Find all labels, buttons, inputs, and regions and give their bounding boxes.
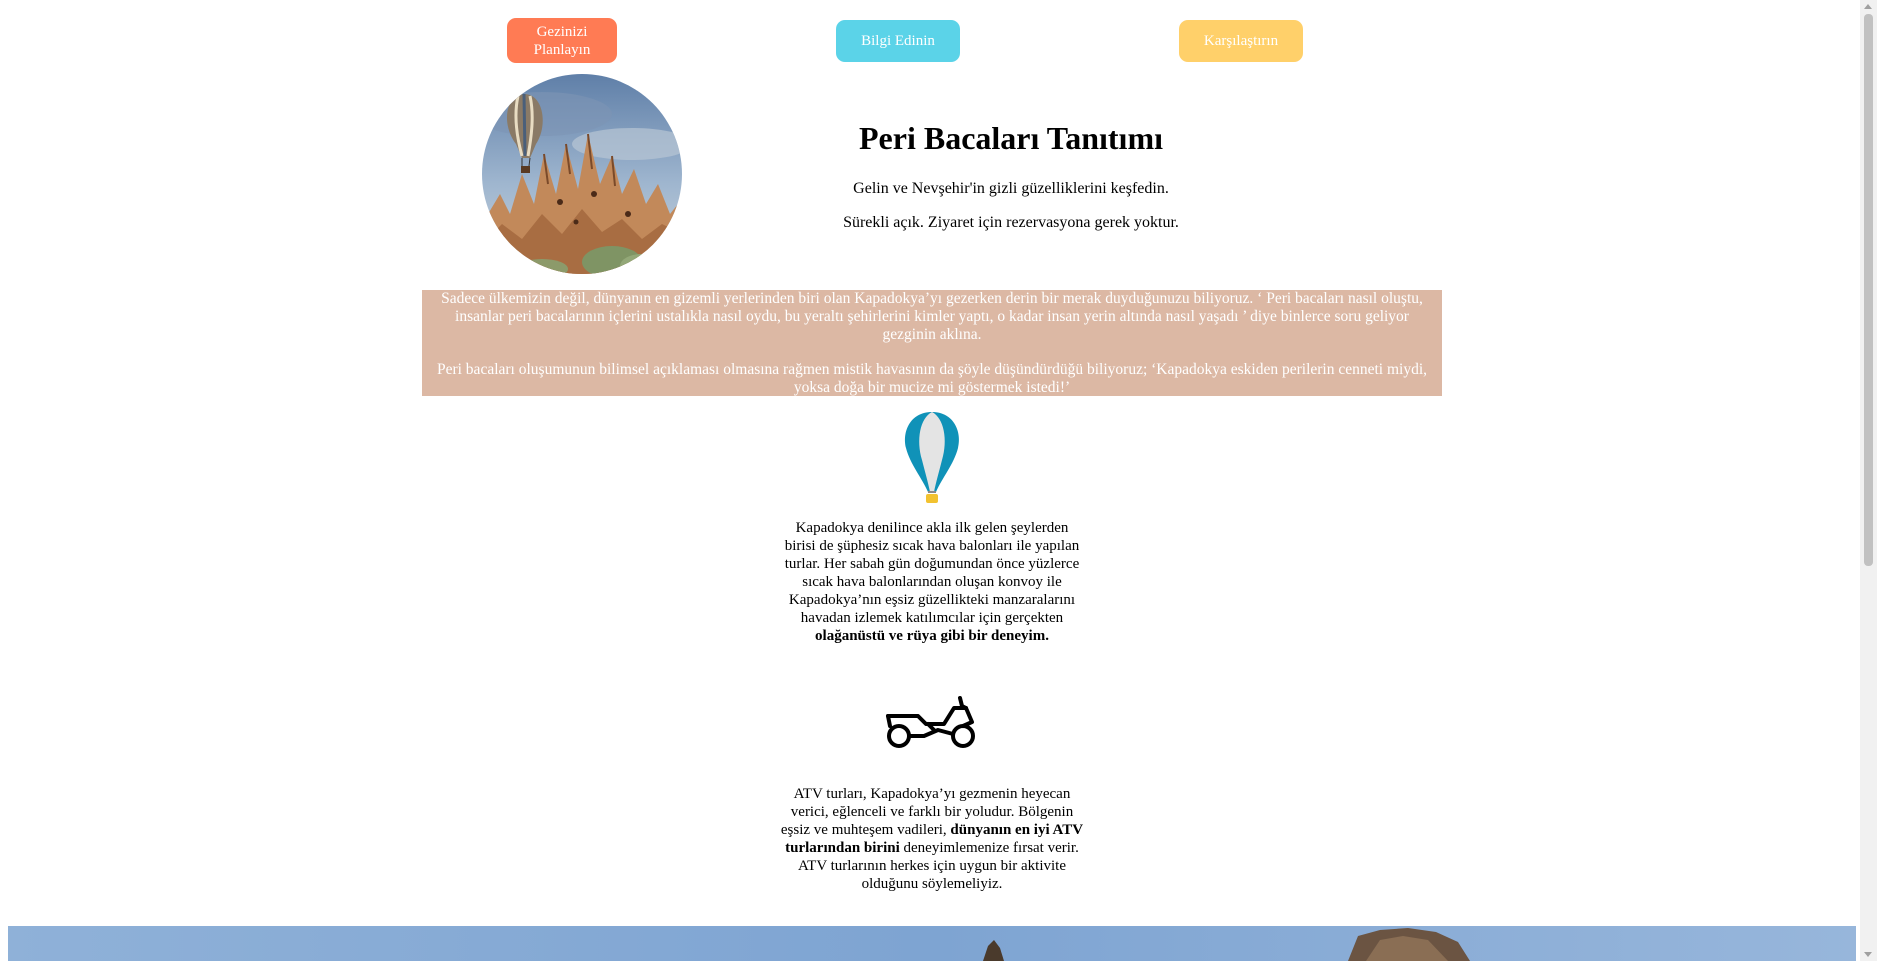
- intro-paragraph-2: Peri bacaları oluşumunun bilimsel açıkla…: [436, 361, 1428, 396]
- learn-more-label: Bilgi Edinin: [861, 33, 935, 49]
- page-title: Peri Bacaları Tanıtımı: [859, 120, 1163, 156]
- learn-more-button[interactable]: Bilgi Edinin: [836, 20, 960, 62]
- hero-image: [482, 74, 682, 274]
- scrollbar-thumb[interactable]: [1864, 14, 1873, 566]
- compare-button[interactable]: Karşılaştırın: [1179, 20, 1303, 62]
- compare-label: Karşılaştırın: [1203, 33, 1279, 49]
- balloon-text-bold: olağanüstü ve rüya gibi bir deneyim.: [815, 628, 1049, 644]
- cappadocia-landscape-photo-icon: [8, 926, 1856, 961]
- atv-motorbike-icon: [884, 694, 978, 750]
- intro-box: Sadece ülkemizin değil, dünyanın en gize…: [422, 290, 1442, 396]
- vertical-scrollbar[interactable]: [1860, 0, 1877, 961]
- balloon-description: Kapadokya denilince akla ilk gelen şeyle…: [780, 519, 1084, 645]
- hero-subtitle: Gelin ve Nevşehir'in gizli güzelliklerin…: [853, 180, 1169, 197]
- fairy-chimneys-balloon-photo-icon: [482, 74, 682, 274]
- scroll-down-arrow-icon[interactable]: [1864, 952, 1872, 957]
- intro-paragraph-1: Sadece ülkemizin değil, dünyanın en gize…: [441, 290, 1423, 343]
- plan-trip-button[interactable]: Gezinizi Planlayın: [507, 18, 617, 63]
- bottom-banner-image: [8, 926, 1856, 961]
- hot-air-balloon-icon: [900, 410, 964, 504]
- atv-description: ATV turları, Kapadokya’yı gezmenin heyec…: [780, 785, 1084, 893]
- plan-trip-label: Gezinizi Planlayın: [533, 23, 591, 58]
- scroll-up-arrow-icon[interactable]: [1864, 4, 1872, 9]
- hours-note: Sürekli açık. Ziyaret için rezervasyona …: [843, 214, 1179, 231]
- balloon-text-plain: Kapadokya denilince akla ilk gelen şeyle…: [784, 520, 1080, 626]
